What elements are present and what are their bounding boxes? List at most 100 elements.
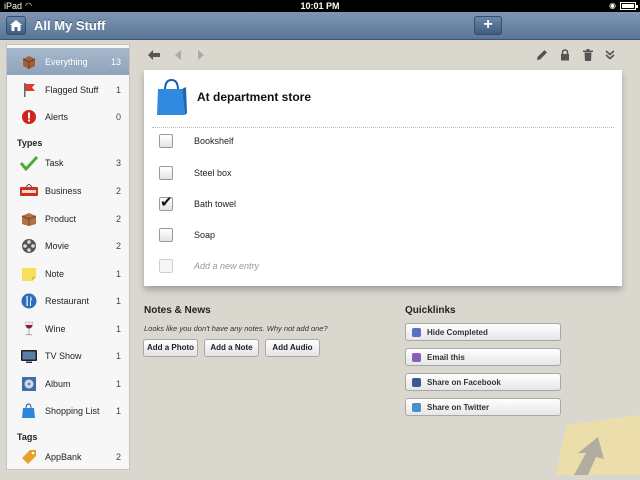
sidebar-item-note[interactable]: Note 1 xyxy=(7,260,129,287)
sidebar-item-task[interactable]: Task 3 xyxy=(7,149,129,176)
home-button[interactable] xyxy=(6,16,26,35)
box-icon xyxy=(20,53,38,71)
previous-icon[interactable] xyxy=(172,49,184,61)
sidebar-item-label: Product xyxy=(45,213,77,224)
expand-down-icon[interactable] xyxy=(604,49,616,61)
entry-checkbox[interactable] xyxy=(159,166,173,180)
sidebar-item-label: Wine xyxy=(45,323,66,334)
next-icon[interactable] xyxy=(195,49,207,61)
shopping-bag-icon xyxy=(20,402,38,420)
sidebar-item-label: TV Show xyxy=(45,350,82,361)
sidebar-item-wine[interactable]: Wine 1 xyxy=(7,315,129,342)
alert-icon xyxy=(20,108,38,126)
home-icon xyxy=(10,20,22,31)
sidebar-item-count: 1 xyxy=(115,268,121,279)
sidebar-item-movie[interactable]: Movie 2 xyxy=(7,232,129,259)
app-title: All My Stuff xyxy=(34,18,106,33)
sidebar-item-alerts[interactable]: Alerts 0 xyxy=(7,103,129,130)
sidebar-item-count: 1 xyxy=(115,295,121,306)
sidebar-item-label: Movie xyxy=(45,240,70,251)
sidebar-item-appbank[interactable]: AppBank 2 xyxy=(7,443,129,469)
package-icon xyxy=(20,210,38,228)
add-entry-input[interactable]: Add a new entry xyxy=(194,261,259,271)
share-facebook-button[interactable]: Share on Facebook xyxy=(405,373,561,391)
quicklinks-title: Quicklinks xyxy=(405,305,456,316)
types-header: Types xyxy=(17,138,43,148)
checkmark-icon xyxy=(20,154,38,172)
add-button[interactable]: + xyxy=(474,16,502,35)
sidebar-item-label: Note xyxy=(45,268,65,279)
sidebar-item-label: Business xyxy=(45,185,82,196)
sidebar-item-count: 1 xyxy=(115,405,121,416)
tag-icon xyxy=(20,448,38,466)
add-photo-button[interactable]: Add a Photo xyxy=(143,339,198,357)
film-reel-icon xyxy=(20,237,38,255)
list-title: At department store xyxy=(197,90,312,104)
list-item: Soap xyxy=(144,220,622,250)
sidebar-item-shopping-list[interactable]: Shopping List 1 xyxy=(7,397,129,424)
sidebar-item-label: Everything xyxy=(45,56,88,67)
list-item: Bath towel xyxy=(144,189,622,219)
clock: 10:01 PM xyxy=(300,1,340,11)
hide-completed-button[interactable]: Hide Completed xyxy=(405,323,561,341)
entry-checkbox-checked[interactable] xyxy=(159,193,173,211)
trash-icon[interactable] xyxy=(582,49,594,61)
tags-header: Tags xyxy=(17,432,38,442)
quicklink-label: Share on Facebook xyxy=(427,378,501,387)
rotation-lock-icon: ◉ xyxy=(609,1,616,10)
notes-news-title: Notes & News xyxy=(144,305,211,316)
hide-completed-icon xyxy=(412,328,421,337)
sidebar-item-label: Shopping List xyxy=(45,405,100,416)
sidebar-item-label: Task xyxy=(45,157,64,168)
battery-icon xyxy=(620,2,638,10)
list-card: At department store Bookshelf Steel box … xyxy=(144,70,622,286)
entry-text[interactable]: Bath towel xyxy=(194,199,236,209)
wine-glass-icon xyxy=(20,320,38,338)
facebook-icon xyxy=(412,378,421,387)
quicklink-label: Hide Completed xyxy=(427,328,488,337)
twitter-icon xyxy=(412,403,421,412)
sidebar-item-count: 13 xyxy=(110,56,121,67)
status-bar: iPad ◠ 10:01 PM ◉ xyxy=(0,0,640,12)
back-arrow-icon[interactable] xyxy=(148,49,160,61)
sidebar-item-count: 1 xyxy=(115,323,121,334)
sidebar-item-label: Alerts xyxy=(45,111,69,122)
list-item: Bookshelf xyxy=(144,126,622,156)
entry-checkbox[interactable] xyxy=(159,134,173,148)
tv-icon xyxy=(20,347,38,365)
fork-knife-icon xyxy=(20,292,38,310)
sidebar-item-label: AppBank xyxy=(45,451,82,462)
sidebar-item-count: 3 xyxy=(115,157,121,168)
entry-checkbox[interactable] xyxy=(159,228,173,242)
add-audio-button[interactable]: Add Audio xyxy=(265,339,320,357)
add-note-button[interactable]: Add a Note xyxy=(204,339,259,357)
sidebar-item-tv-show[interactable]: TV Show 1 xyxy=(7,342,129,369)
pencil-icon[interactable] xyxy=(536,49,548,61)
entry-text[interactable]: Bookshelf xyxy=(194,136,234,146)
sidebar-item-album[interactable]: Album 1 xyxy=(7,370,129,397)
sidebar-item-label: Restaurant xyxy=(45,295,90,306)
email-this-button[interactable]: Email this xyxy=(405,348,561,366)
entry-text[interactable]: Steel box xyxy=(194,168,232,178)
sidebar-item-count: 2 xyxy=(115,213,121,224)
sidebar-item-everything[interactable]: Everything 13 xyxy=(7,48,129,75)
navigation-bar: All My Stuff + xyxy=(0,12,640,40)
decorative-sticky-note xyxy=(556,415,640,475)
add-entry-row[interactable]: Add a new entry xyxy=(144,251,622,281)
quicklink-label: Email this xyxy=(427,353,465,362)
flag-icon xyxy=(20,81,38,99)
sidebar-item-restaurant[interactable]: Restaurant 1 xyxy=(7,287,129,314)
open-sign-icon xyxy=(20,182,38,200)
share-twitter-button[interactable]: Share on Twitter xyxy=(405,398,561,416)
notes-empty-message: Looks like you don't have any notes. Why… xyxy=(144,324,328,333)
new-entry-checkbox xyxy=(159,259,173,273)
sidebar-item-count: 2 xyxy=(115,240,121,251)
sidebar-item-flagged[interactable]: Flagged Stuff 1 xyxy=(7,76,129,103)
entry-text[interactable]: Soap xyxy=(194,230,215,240)
sidebar-item-product[interactable]: Product 2 xyxy=(7,205,129,232)
lock-icon[interactable] xyxy=(559,49,571,61)
sidebar: Everything 13 Flagged Stuff 1 Alerts 0 T… xyxy=(6,44,130,470)
album-icon xyxy=(20,375,38,393)
sidebar-item-label: Flagged Stuff xyxy=(45,84,99,95)
sidebar-item-business[interactable]: Business 2 xyxy=(7,177,129,204)
